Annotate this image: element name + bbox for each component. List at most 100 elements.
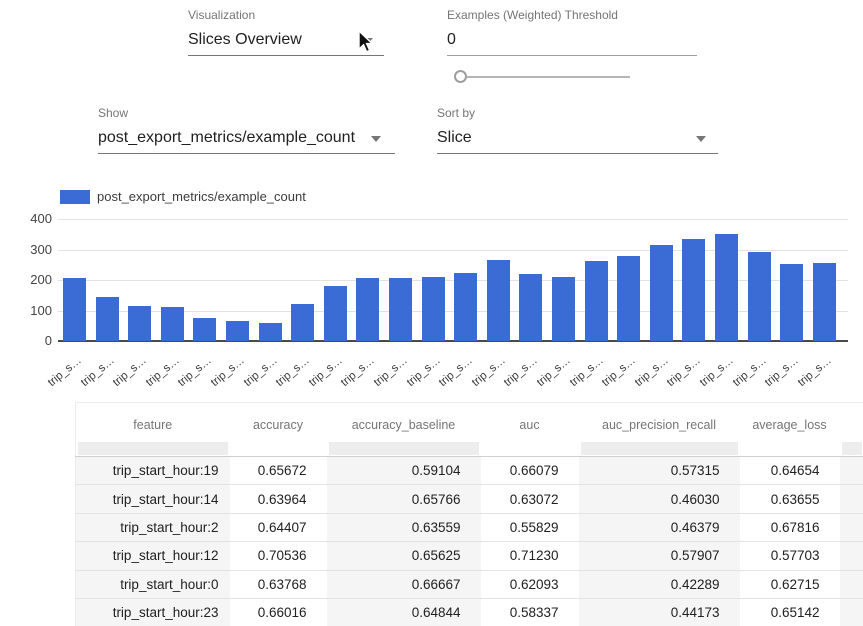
sort-by-dropdown[interactable]: Sort by Slice bbox=[437, 106, 718, 154]
cell-accuracy: 0.70536 bbox=[230, 542, 327, 570]
cell-average_loss: 0.64654 bbox=[740, 457, 840, 485]
filter-cell[interactable] bbox=[842, 442, 862, 455]
y-axis-tick-label: 400 bbox=[2, 211, 52, 226]
bar-slice-1[interactable] bbox=[96, 297, 119, 341]
filter-cell[interactable] bbox=[742, 442, 838, 455]
cell-auc_precision_recall: 0.46030 bbox=[579, 485, 740, 513]
chevron-down-icon[interactable] bbox=[696, 136, 706, 142]
cell-extra bbox=[840, 570, 863, 598]
column-header-auc_precision_recall[interactable]: auc_precision_recall bbox=[579, 403, 740, 441]
bar-slice-23[interactable] bbox=[813, 263, 836, 341]
column-header-auc[interactable]: auc bbox=[481, 403, 579, 441]
threshold-slider-track[interactable] bbox=[461, 76, 630, 78]
table-row: trip_start_hour:140.639640.657660.630720… bbox=[76, 485, 863, 513]
chevron-down-icon[interactable] bbox=[371, 136, 381, 142]
bar-slice-9[interactable] bbox=[356, 278, 379, 341]
show-value[interactable]: post_export_metrics/example_count bbox=[98, 127, 395, 149]
cell-accuracy: 0.66016 bbox=[230, 598, 327, 626]
cell-auc: 0.66079 bbox=[481, 457, 579, 485]
bar-slice-12[interactable] bbox=[454, 273, 477, 341]
show-dropdown[interactable]: Show post_export_metrics/example_count bbox=[98, 106, 395, 154]
slices-overview-screen: Visualization Slices Overview Examples (… bbox=[0, 0, 863, 626]
bar-slice-4[interactable] bbox=[193, 318, 216, 341]
bar-slice-13[interactable] bbox=[487, 260, 510, 341]
cell-accuracy_baseline: 0.65625 bbox=[327, 542, 481, 570]
cell-auc_precision_recall: 0.57907 bbox=[579, 542, 740, 570]
bar-slice-8[interactable] bbox=[324, 286, 347, 341]
sort-by-label: Sort by bbox=[437, 106, 718, 120]
filter-cell[interactable] bbox=[329, 442, 479, 455]
bar-slice-22[interactable] bbox=[780, 264, 803, 341]
table-row: trip_start_hour:00.637680.666670.62093 0.… bbox=[76, 570, 863, 598]
cell-accuracy: 0.63768 bbox=[230, 570, 327, 598]
cell-auc: 0.62093 bbox=[481, 570, 579, 598]
filter-cell[interactable] bbox=[483, 442, 577, 455]
bar-slice-10[interactable] bbox=[389, 278, 412, 341]
bar-slice-16[interactable] bbox=[585, 261, 608, 341]
threshold-input[interactable]: 0 bbox=[447, 29, 697, 51]
bar-slice-2[interactable] bbox=[128, 306, 151, 341]
column-header-average_loss[interactable]: average_loss bbox=[740, 403, 840, 441]
filter-cell[interactable] bbox=[232, 442, 325, 455]
table-row: trip_start_hour:120.705360.656250.712300… bbox=[76, 542, 863, 570]
gridline bbox=[58, 219, 848, 220]
cell-feature: trip_start_hour:19 bbox=[76, 457, 230, 485]
bar-slice-0[interactable] bbox=[63, 278, 86, 341]
table-filter-row bbox=[76, 441, 863, 457]
column-header-accuracy[interactable]: accuracy bbox=[230, 403, 327, 441]
column-header-feature[interactable]: feature bbox=[76, 403, 230, 441]
cell-auc: 0.63072 bbox=[481, 485, 579, 513]
cell-average_loss: 0.67816 bbox=[740, 513, 840, 541]
column-header-extra[interactable] bbox=[840, 403, 863, 441]
y-axis-tick-label: 0 bbox=[2, 333, 52, 348]
cell-extra bbox=[840, 513, 863, 541]
bar-slice-6[interactable] bbox=[259, 323, 282, 341]
cell-average_loss: 0.62715 bbox=[740, 570, 840, 598]
bar-slice-19[interactable] bbox=[682, 239, 705, 341]
bar-slice-17[interactable] bbox=[617, 256, 640, 341]
y-axis-tick-label: 200 bbox=[2, 272, 52, 287]
bar-slice-20[interactable] bbox=[715, 234, 738, 341]
bar-slice-7[interactable] bbox=[291, 304, 314, 341]
cell-auc_precision_recall: 0.46379 bbox=[579, 513, 740, 541]
cell-auc: 0.55829 bbox=[481, 513, 579, 541]
cell-feature: trip_start_hour:2 bbox=[76, 513, 230, 541]
bar-slice-11[interactable] bbox=[422, 277, 445, 341]
y-axis-tick-label: 300 bbox=[2, 242, 52, 257]
visualization-value[interactable]: Slices Overview bbox=[188, 29, 384, 51]
cell-average_loss: 0.63655 bbox=[740, 485, 840, 513]
column-header-accuracy_baseline[interactable]: accuracy_baseline bbox=[327, 403, 481, 441]
cell-extra bbox=[840, 598, 863, 626]
mouse-cursor-icon bbox=[357, 30, 375, 56]
threshold-slider-thumb[interactable] bbox=[454, 70, 467, 83]
table-header-row: featureaccuracyaccuracy_baselineaucauc_p… bbox=[76, 403, 863, 441]
cell-accuracy: 0.64407 bbox=[230, 513, 327, 541]
table-row: trip_start_hour:190.656720.591040.660790… bbox=[76, 457, 863, 485]
legend-label: post_export_metrics/example_count bbox=[97, 189, 306, 204]
visualization-dropdown[interactable]: Visualization Slices Overview bbox=[188, 8, 384, 56]
threshold-field: Examples (Weighted) Threshold 0 bbox=[447, 8, 697, 56]
cell-accuracy_baseline: 0.63559 bbox=[327, 513, 481, 541]
table-row: trip_start_hour:20.644070.635590.558290.… bbox=[76, 513, 863, 541]
cell-average_loss: 0.57703 bbox=[740, 542, 840, 570]
cell-auc: 0.71230 bbox=[481, 542, 579, 570]
cell-feature: trip_start_hour:12 bbox=[76, 542, 230, 570]
bar-slice-3[interactable] bbox=[161, 307, 184, 341]
cell-auc_precision_recall: 0.57315 bbox=[579, 457, 740, 485]
cell-extra bbox=[840, 485, 863, 513]
sort-by-value[interactable]: Slice bbox=[437, 127, 718, 149]
bar-slice-5[interactable] bbox=[226, 321, 249, 341]
bar-slice-18[interactable] bbox=[650, 245, 673, 341]
bar-slice-14[interactable] bbox=[519, 274, 542, 341]
filter-cell[interactable] bbox=[581, 442, 738, 455]
cell-extra bbox=[840, 457, 863, 485]
filter-cell[interactable] bbox=[78, 442, 228, 455]
cell-accuracy: 0.63964 bbox=[230, 485, 327, 513]
bar-slice-21[interactable] bbox=[748, 252, 771, 341]
cell-accuracy_baseline: 0.66667 bbox=[327, 570, 481, 598]
cell-auc: 0.58337 bbox=[481, 598, 579, 626]
bar-slice-15[interactable] bbox=[552, 277, 575, 341]
table-row: trip_start_hour:230.660160.648440.583370… bbox=[76, 598, 863, 626]
cell-feature: trip_start_hour:0 bbox=[76, 570, 230, 598]
legend-swatch bbox=[60, 190, 90, 204]
